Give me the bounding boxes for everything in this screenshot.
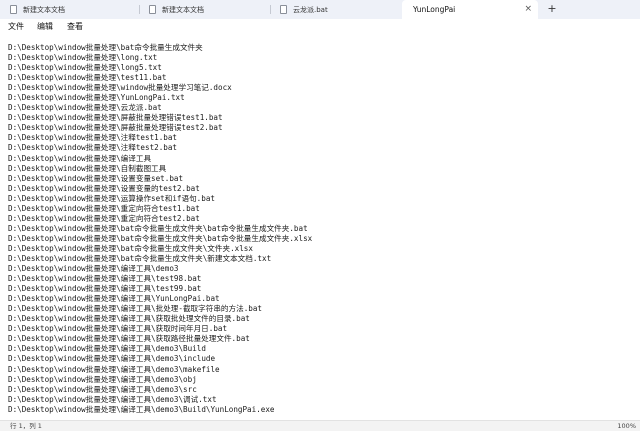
text-line: D:\Desktop\window批量处理\编译工具\批处理-截取字符串的方法.…	[8, 304, 263, 314]
tab-label: YunLongPai	[413, 5, 456, 14]
text-line: D:\Desktop\window批量处理\编译工具\demo3\Build\Y…	[8, 404, 275, 414]
text-line: D:\Desktop\window批量处理\云龙派.bat	[8, 103, 162, 113]
editor-content: D:\Desktop\window批量处理\bat命令批量生成文件夹 D:\Des…	[8, 43, 312, 415]
text-line: D:\Desktop\window批量处理\屏蔽批量处理错误test1.bat	[8, 113, 223, 123]
text-line: D:\Desktop\window批量处理\bat命令批量生成文件夹	[8, 43, 203, 52]
text-line: D:\Desktop\window批量处理\编译工具\demo3\src	[8, 384, 197, 394]
document-icon	[149, 5, 156, 14]
tab-yunlongpai-bat[interactable]: 云龙派.bat	[271, 0, 400, 19]
tab-new-text-document-2[interactable]: 新建文本文档	[140, 0, 269, 19]
zoom-level[interactable]: 100%	[617, 422, 636, 431]
text-line: D:\Desktop\window批量处理\test11.bat	[8, 73, 167, 83]
text-line: D:\Desktop\window批量处理\运算操作set和if语句.bat	[8, 193, 215, 203]
tab-yunlongpai[interactable]: YunLongPai ×	[402, 0, 538, 19]
menu-view[interactable]: 查看	[67, 21, 83, 33]
text-line: D:\Desktop\window批量处理\编译工具\获取路径批量处理文件.ba…	[8, 334, 250, 344]
status-bar: 行 1，列 1 100%	[0, 420, 640, 431]
tab-bar: 新建文本文档 新建文本文档 云龙派.bat YunLongPai × +	[0, 0, 640, 19]
text-line: D:\Desktop\window批量处理\编译工具\demo3\makefil…	[8, 364, 220, 374]
text-line: D:\Desktop\window批量处理\bat命令批量生成文件夹\bat命令…	[8, 233, 313, 243]
menu-bar: 文件 编辑 查看	[0, 19, 640, 36]
document-icon	[280, 5, 287, 14]
tab-label: 新建文本文档	[23, 5, 65, 14]
text-line: D:\Desktop\window批量处理\编译工具	[8, 153, 152, 163]
tab-label: 云龙派.bat	[293, 5, 328, 14]
close-tab-icon[interactable]: ×	[524, 4, 532, 14]
text-line: D:\Desktop\window批量处理\编译工具\demo3\调试.txt	[8, 394, 217, 404]
document-icon	[10, 5, 17, 14]
text-editor[interactable]: D:\Desktop\window批量处理\bat命令批量生成文件夹 D:\Des…	[0, 36, 640, 420]
text-line: D:\Desktop\window批量处理\设置变量的test2.bat	[8, 183, 200, 193]
text-line: D:\Desktop\window批量处理\bat命令批量生成文件夹\文件夹.x…	[8, 243, 253, 253]
text-line: D:\Desktop\window批量处理\编译工具\demo3\include	[8, 354, 216, 364]
text-line: D:\Desktop\window批量处理\编译工具\demo3\Build	[8, 344, 206, 354]
cursor-position: 行 1，列 1	[10, 422, 42, 430]
text-line: D:\Desktop\window批量处理\注释test1.bat	[8, 133, 178, 143]
tab-new-text-document-1[interactable]: 新建文本文档	[0, 0, 138, 19]
menu-edit[interactable]: 编辑	[37, 21, 53, 33]
text-line: D:\Desktop\window批量处理\bat命令批量生成文件夹\bat命令…	[8, 223, 308, 233]
text-line: D:\Desktop\window批量处理\编译工具\获取时间年月日.bat	[8, 324, 228, 334]
menu-file[interactable]: 文件	[8, 21, 24, 33]
text-line: D:\Desktop\window批量处理\重定向符合test1.bat	[8, 203, 200, 213]
text-line: D:\Desktop\window批量处理\编译工具\demo3	[8, 264, 179, 274]
text-line: D:\Desktop\window批量处理\编译工具\获取批处理文件的目录.ba…	[8, 314, 250, 324]
text-line: D:\Desktop\window批量处理\重定向符合test2.bat	[8, 213, 200, 223]
text-line: D:\Desktop\window批量处理\设置变量set.bat	[8, 173, 184, 183]
text-line: D:\Desktop\window批量处理\YunLongPai.txt	[8, 93, 185, 103]
text-line: D:\Desktop\window批量处理\编译工具\demo3\obj	[8, 374, 197, 384]
text-line: D:\Desktop\window批量处理\long.txt	[8, 53, 158, 63]
text-line: D:\Desktop\window批量处理\long5.txt	[8, 63, 162, 73]
new-tab-button[interactable]: +	[545, 1, 559, 17]
text-line: D:\Desktop\window批量处理\屏蔽批量处理错误test2.bat	[8, 123, 223, 133]
text-line: D:\Desktop\window批量处理\编译工具\YunLongPai.ba…	[8, 294, 220, 304]
text-line: D:\Desktop\window批量处理\bat命令批量生成文件夹\新建文本文…	[8, 253, 272, 263]
text-line: D:\Desktop\window批量处理\编译工具\test99.bat	[8, 284, 202, 294]
text-line: D:\Desktop\window批量处理\window批量处理学习笔记.doc…	[8, 83, 232, 93]
tab-label: 新建文本文档	[162, 5, 204, 14]
text-line: D:\Desktop\window批量处理\编译工具\test98.bat	[8, 274, 202, 284]
text-line: D:\Desktop\window批量处理\注释test2.bat	[8, 143, 178, 153]
text-line: D:\Desktop\window批量处理\自制截图工具	[8, 163, 167, 173]
